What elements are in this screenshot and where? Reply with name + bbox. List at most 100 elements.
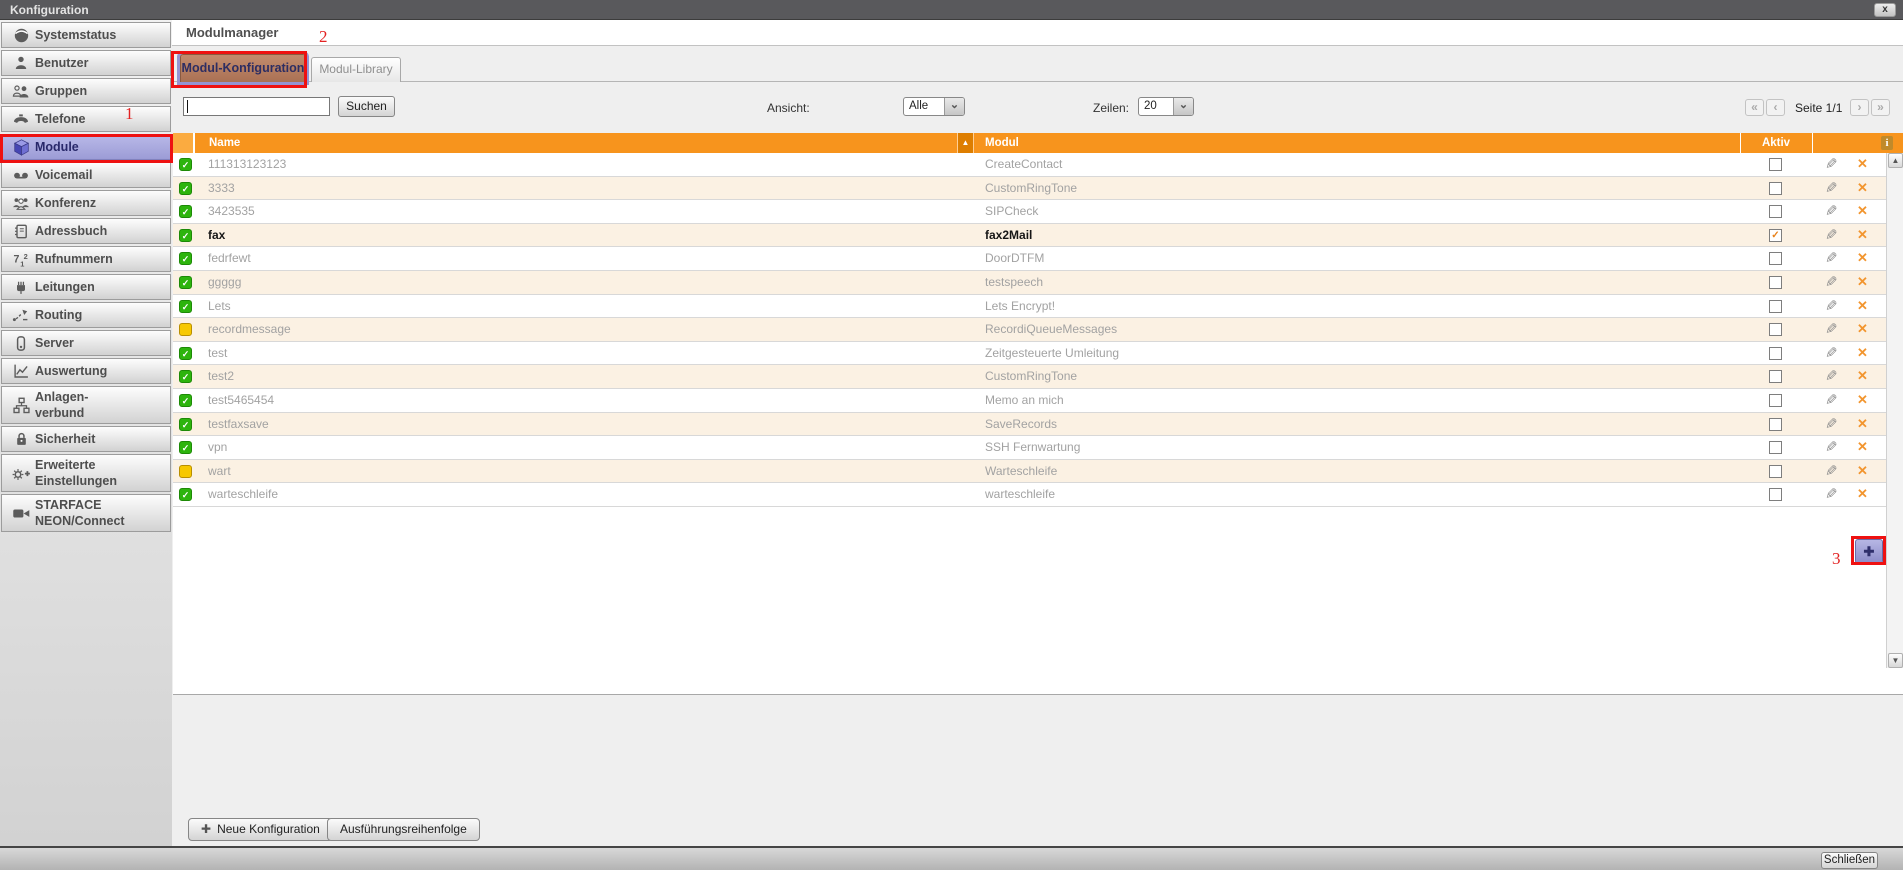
camera-icon xyxy=(7,506,35,521)
aktiv-checkbox[interactable]: ✓ xyxy=(1769,158,1782,171)
name-column-header[interactable]: Name xyxy=(209,133,240,153)
pagination-last-button[interactable]: » xyxy=(1871,99,1890,116)
info-icon[interactable]: i xyxy=(1881,136,1893,150)
delete-icon[interactable]: ✕ xyxy=(1857,203,1868,219)
window-close-button[interactable]: x xyxy=(1874,3,1896,17)
aktiv-checkbox[interactable]: ✓ xyxy=(1769,488,1782,501)
sidebar-item-leitungen[interactable]: Leitungen xyxy=(1,274,171,300)
delete-icon[interactable]: ✕ xyxy=(1857,250,1868,266)
modul-column-header[interactable]: Modul xyxy=(985,133,1019,153)
pagination-next-button[interactable]: › xyxy=(1850,99,1869,116)
status-enabled-icon[interactable]: ✓ xyxy=(179,370,192,383)
delete-icon[interactable]: ✕ xyxy=(1857,156,1868,172)
edit-icon[interactable]: ✎ xyxy=(1825,226,1838,244)
close-button[interactable]: Schließen xyxy=(1821,852,1878,869)
sidebar-item-module[interactable]: Module xyxy=(1,134,171,160)
aktiv-checkbox[interactable]: ✓ xyxy=(1769,276,1782,289)
delete-icon[interactable]: ✕ xyxy=(1857,463,1868,479)
delete-icon[interactable]: ✕ xyxy=(1857,274,1868,290)
edit-icon[interactable]: ✎ xyxy=(1825,297,1838,315)
aktiv-checkbox[interactable]: ✓ xyxy=(1769,205,1782,218)
status-enabled-icon[interactable]: ✓ xyxy=(179,418,192,431)
aktiv-checkbox[interactable]: ✓ xyxy=(1769,323,1782,336)
aktiv-checkbox[interactable]: ✓ xyxy=(1769,229,1782,242)
aktiv-checkbox[interactable]: ✓ xyxy=(1769,418,1782,431)
status-paused-icon[interactable] xyxy=(179,323,192,336)
sidebar-item-routing[interactable]: Routing xyxy=(1,302,171,328)
delete-icon[interactable]: ✕ xyxy=(1857,392,1868,408)
sidebar-item-server[interactable]: Server xyxy=(1,330,171,356)
status-enabled-icon[interactable]: ✓ xyxy=(179,347,192,360)
sidebar-item-telefone[interactable]: Telefone xyxy=(1,106,171,132)
sidebar-item-konferenz[interactable]: Konferenz xyxy=(1,190,171,216)
delete-icon[interactable]: ✕ xyxy=(1857,486,1868,502)
status-enabled-icon[interactable]: ✓ xyxy=(179,394,192,407)
edit-icon[interactable]: ✎ xyxy=(1825,438,1838,456)
status-enabled-icon[interactable]: ✓ xyxy=(179,441,192,454)
aktiv-checkbox[interactable]: ✓ xyxy=(1769,441,1782,454)
aktiv-checkbox[interactable]: ✓ xyxy=(1769,370,1782,383)
new-configuration-button[interactable]: ✚Neue Konfiguration xyxy=(188,818,333,841)
status-enabled-icon[interactable]: ✓ xyxy=(179,158,192,171)
sidebar-item-erweiterte-einstellungen[interactable]: ErweiterteEinstellungen xyxy=(1,454,171,492)
status-enabled-icon[interactable]: ✓ xyxy=(179,252,192,265)
view-select[interactable]: Alle ⌄ xyxy=(903,97,965,116)
delete-icon[interactable]: ✕ xyxy=(1857,368,1868,384)
aktiv-checkbox[interactable]: ✓ xyxy=(1769,252,1782,265)
status-enabled-icon[interactable]: ✓ xyxy=(179,276,192,289)
pagination-prev-button[interactable]: ‹ xyxy=(1766,99,1785,116)
edit-icon[interactable]: ✎ xyxy=(1825,391,1838,409)
status-enabled-icon[interactable]: ✓ xyxy=(179,300,192,313)
edit-icon[interactable]: ✎ xyxy=(1825,155,1838,173)
delete-icon[interactable]: ✕ xyxy=(1857,180,1868,196)
edit-icon[interactable]: ✎ xyxy=(1825,344,1838,362)
sort-ascending-icon[interactable]: ▲ xyxy=(957,133,974,153)
search-button[interactable]: Suchen xyxy=(338,96,395,117)
sidebar-item-sicherheit[interactable]: Sicherheit xyxy=(1,426,171,452)
status-enabled-icon[interactable]: ✓ xyxy=(179,488,192,501)
aktiv-checkbox[interactable]: ✓ xyxy=(1769,182,1782,195)
pagination-first-button[interactable]: « xyxy=(1745,99,1764,116)
status-enabled-icon[interactable]: ✓ xyxy=(179,182,192,195)
sidebar-item-anlagenverbund[interactable]: Anlagen-verbund xyxy=(1,386,171,424)
edit-icon[interactable]: ✎ xyxy=(1825,367,1838,385)
sidebar-item-systemstatus[interactable]: Systemstatus xyxy=(1,22,171,48)
sidebar-item-gruppen[interactable]: Gruppen xyxy=(1,78,171,104)
delete-icon[interactable]: ✕ xyxy=(1857,439,1868,455)
rows-select[interactable]: 20 ⌄ xyxy=(1138,97,1194,116)
status-enabled-icon[interactable]: ✓ xyxy=(179,229,192,242)
edit-icon[interactable]: ✎ xyxy=(1825,273,1838,291)
scroll-up-icon[interactable]: ▲ xyxy=(1888,153,1903,168)
delete-icon[interactable]: ✕ xyxy=(1857,345,1868,361)
vertical-scrollbar[interactable]: ▲ ▼ xyxy=(1886,153,1903,668)
aktiv-checkbox[interactable]: ✓ xyxy=(1769,394,1782,407)
aktiv-checkbox[interactable]: ✓ xyxy=(1769,300,1782,313)
delete-icon[interactable]: ✕ xyxy=(1857,416,1868,432)
aktiv-checkbox[interactable]: ✓ xyxy=(1769,465,1782,478)
scroll-down-icon[interactable]: ▼ xyxy=(1888,653,1903,668)
delete-icon[interactable]: ✕ xyxy=(1857,321,1868,337)
edit-icon[interactable]: ✎ xyxy=(1825,485,1838,503)
sidebar-item-auswertung[interactable]: Auswertung xyxy=(1,358,171,384)
delete-icon[interactable]: ✕ xyxy=(1857,298,1868,314)
add-configuration-button[interactable]: ✚ xyxy=(1855,539,1883,564)
sidebar-item-starface-neon-connect[interactable]: STARFACENEON/Connect xyxy=(1,494,171,532)
edit-icon[interactable]: ✎ xyxy=(1825,249,1838,267)
tab-modul-library[interactable]: Modul-Library xyxy=(311,57,401,82)
sidebar-item-rufnummern[interactable]: 712Rufnummern xyxy=(1,246,171,272)
sidebar-item-voicemail[interactable]: Voicemail xyxy=(1,162,171,188)
edit-icon[interactable]: ✎ xyxy=(1825,415,1838,433)
status-enabled-icon[interactable]: ✓ xyxy=(179,205,192,218)
search-input[interactable] xyxy=(183,97,330,116)
execution-order-button[interactable]: Ausführungsreihenfolge xyxy=(327,818,480,841)
tab-modul-konfiguration[interactable]: Modul-Konfiguration xyxy=(180,54,306,82)
edit-icon[interactable]: ✎ xyxy=(1825,320,1838,338)
edit-icon[interactable]: ✎ xyxy=(1825,462,1838,480)
status-paused-icon[interactable] xyxy=(179,465,192,478)
edit-icon[interactable]: ✎ xyxy=(1825,202,1838,220)
edit-icon[interactable]: ✎ xyxy=(1825,179,1838,197)
delete-icon[interactable]: ✕ xyxy=(1857,227,1868,243)
aktiv-checkbox[interactable]: ✓ xyxy=(1769,347,1782,360)
sidebar-item-adressbuch[interactable]: Adressbuch xyxy=(1,218,171,244)
sidebar-item-benutzer[interactable]: Benutzer xyxy=(1,50,171,76)
